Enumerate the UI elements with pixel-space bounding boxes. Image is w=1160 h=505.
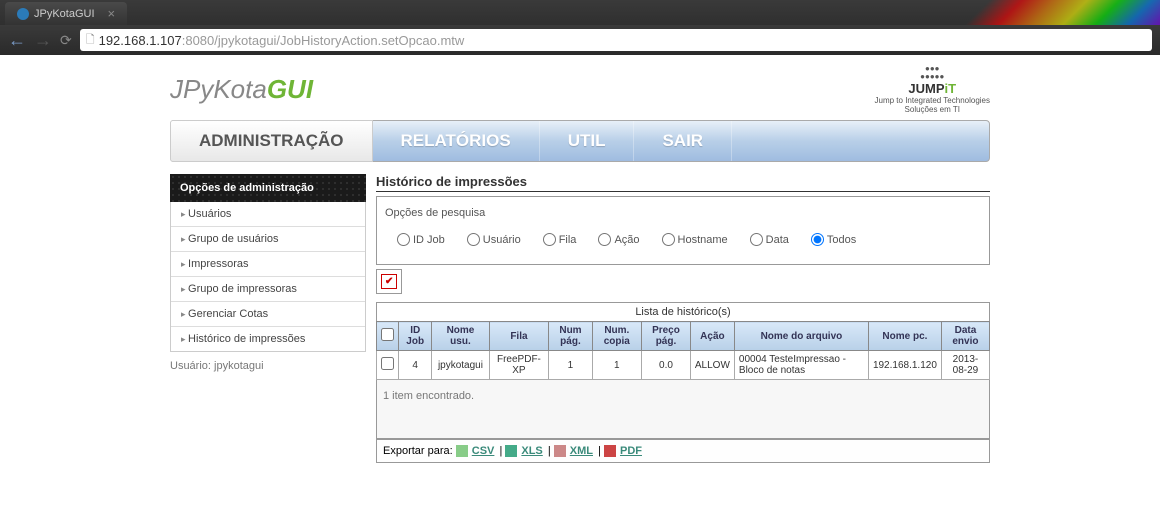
export-csv[interactable]: CSV — [472, 445, 495, 457]
sidebar-item-printergroups[interactable]: Grupo de impressoras — [171, 277, 365, 302]
xml-icon — [554, 445, 566, 457]
sidebar-menu: Usuários Grupo de usuários Impressoras G… — [170, 202, 366, 352]
col-date[interactable]: Data envio — [941, 322, 989, 351]
history-table: ID Job Nome usu. Fila Num pág. Num. copi… — [376, 321, 990, 380]
sidebar-header: Opções de administração — [170, 174, 366, 202]
page-icon: 🗋 — [86, 31, 95, 50]
radio-hostname[interactable]: Hostname — [662, 233, 728, 246]
row-checkbox[interactable] — [381, 357, 394, 370]
forward-button[interactable]: → — [34, 30, 52, 51]
col-checkbox[interactable] — [377, 322, 399, 351]
app-logo: JPyKotaGUI — [170, 74, 313, 105]
tab-title: JPyKotaGUI — [34, 8, 95, 20]
radio-idjob[interactable]: ID Job — [397, 233, 445, 246]
url-bar[interactable]: 🗋 192.168.1.107:8080/jpykotagui/JobHisto… — [80, 29, 1152, 51]
radio-queue[interactable]: Fila — [543, 233, 577, 246]
col-file[interactable]: Nome do arquivo — [734, 322, 868, 351]
col-idjob[interactable]: ID Job — [399, 322, 432, 351]
sidebar-item-usergroups[interactable]: Grupo de usuários — [171, 227, 365, 252]
main-nav: ADMINISTRAÇÃO RELATÓRIOS UTIL SAIR — [170, 120, 990, 162]
browser-tab[interactable]: JPyKotaGUI × — [5, 2, 127, 25]
tab-close-icon[interactable]: × — [108, 6, 116, 21]
current-user-label: Usuário: jpykotagui — [170, 360, 366, 372]
back-button[interactable]: ← — [8, 30, 26, 51]
reload-button[interactable]: ⟳ — [60, 32, 72, 49]
col-copies[interactable]: Num. copia — [592, 322, 641, 351]
col-price[interactable]: Preço pág. — [642, 322, 691, 351]
url-text: 192.168.1.107:8080/jpykotagui/JobHistory… — [99, 33, 465, 48]
col-action[interactable]: Ação — [690, 322, 734, 351]
export-pdf[interactable]: PDF — [620, 445, 642, 457]
col-pages[interactable]: Num pág. — [549, 322, 592, 351]
table-row[interactable]: 4 jpykotagui FreePDF-XP 1 1 0.0 ALLOW 00… — [377, 351, 990, 380]
nav-admin[interactable]: ADMINISTRAÇÃO — [170, 120, 373, 162]
sidebar-item-history[interactable]: Histórico de impressões — [171, 327, 365, 351]
search-label: Opções de pesquisa — [385, 207, 981, 219]
result-count: 1 item encontrado. — [376, 380, 990, 439]
vendor-logo: ●●●●●●●● JUMPiT Jump to Integrated Techn… — [875, 65, 990, 114]
list-title: Lista de histórico(s) — [376, 302, 990, 321]
radio-date[interactable]: Data — [750, 233, 789, 246]
nav-reports[interactable]: RELATÓRIOS — [373, 121, 540, 161]
col-user[interactable]: Nome usu. — [432, 322, 489, 351]
sidebar-item-printers[interactable]: Impressoras — [171, 252, 365, 277]
radio-user[interactable]: Usuário — [467, 233, 521, 246]
filter-button[interactable]: ✔ — [376, 269, 402, 294]
xls-icon — [505, 445, 517, 457]
sidebar-item-users[interactable]: Usuários — [171, 202, 365, 227]
tab-favicon — [17, 8, 29, 20]
radio-action[interactable]: Ação — [598, 233, 639, 246]
csv-icon — [456, 445, 468, 457]
search-options-box: Opções de pesquisa ID Job Usuário Fila A… — [376, 196, 990, 265]
nav-util[interactable]: UTIL — [540, 121, 635, 161]
section-title: Histórico de impressões — [376, 174, 990, 192]
export-xls[interactable]: XLS — [521, 445, 542, 457]
radio-all[interactable]: Todos — [811, 233, 856, 246]
check-icon: ✔ — [381, 274, 397, 289]
pdf-icon — [604, 445, 616, 457]
col-pc[interactable]: Nome pc. — [868, 322, 941, 351]
export-bar: Exportar para: CSV | XLS | XML | PDF — [376, 439, 990, 463]
col-queue[interactable]: Fila — [489, 322, 549, 351]
nav-exit[interactable]: SAIR — [634, 121, 732, 161]
sidebar-item-quotas[interactable]: Gerenciar Cotas — [171, 302, 365, 327]
export-xml[interactable]: XML — [570, 445, 593, 457]
